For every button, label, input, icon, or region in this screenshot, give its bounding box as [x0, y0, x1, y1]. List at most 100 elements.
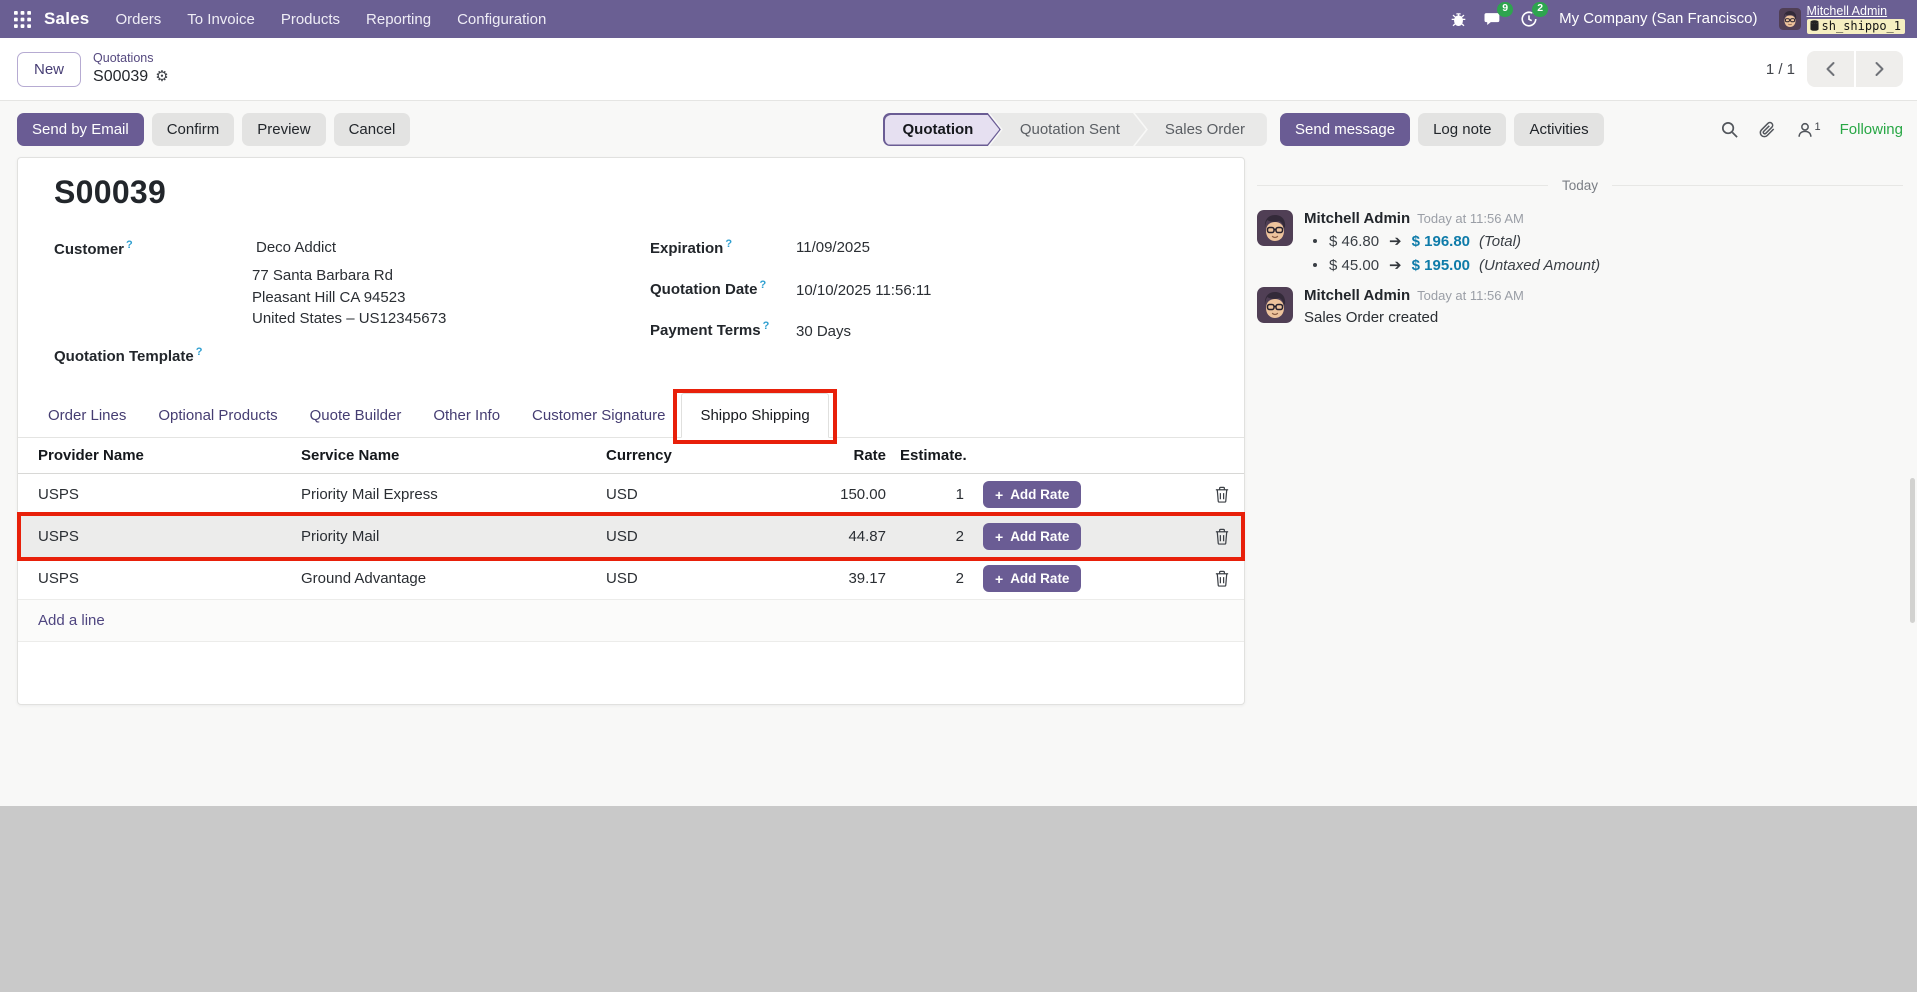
customer-address: 77 Santa Barbara Rd Pleasant Hill CA 945… — [252, 265, 446, 330]
tracked-change-total: $ 46.80 ➔ $ 196.80 (Total) — [1304, 232, 1600, 250]
breadcrumb-bar: New Quotations S00039 ⚙ 1 / 1 — [0, 38, 1917, 101]
cancel-button[interactable]: Cancel — [333, 113, 411, 146]
status-step-sales-order[interactable]: Sales Order — [1134, 113, 1267, 146]
cell-provider: USPS — [38, 570, 79, 587]
delete-row-button[interactable] — [1200, 486, 1244, 503]
cell-service: Priority Mail Express — [301, 486, 438, 503]
log-note-button[interactable]: Log note — [1418, 113, 1507, 146]
tab-customer-signature[interactable]: Customer Signature — [516, 394, 681, 437]
table-row[interactable]: USPS Priority Mail Express USD 150.00 1 … — [18, 474, 1244, 516]
add-a-line-link[interactable]: Add a line — [38, 612, 105, 629]
confirm-button[interactable]: Confirm — [151, 113, 235, 146]
expiration-help-marker: ? — [725, 238, 733, 250]
tab-other-info[interactable]: Other Info — [417, 394, 516, 437]
followers-control[interactable]: 1 — [1796, 121, 1821, 139]
activities-clock-icon[interactable]: 2 — [1520, 1, 1549, 28]
tab-shippo-shipping[interactable]: Shippo Shipping — [673, 389, 837, 444]
cell-service: Priority Mail — [301, 528, 380, 545]
cell-estimate: 2 — [955, 528, 964, 545]
chatter-panel: Today Mitchell Admin Today at 11:56 AM $… — [1257, 164, 1903, 339]
cell-rate: 44.87 — [848, 528, 886, 545]
record-actions-gear-icon[interactable]: ⚙ — [155, 67, 168, 87]
chatter-message: Mitchell Admin Today at 11:56 AM $ 46.80… — [1257, 210, 1903, 274]
nav-item-orders[interactable]: Orders — [115, 11, 161, 28]
send-message-button[interactable]: Send message — [1280, 113, 1411, 146]
breadcrumb-current: S00039 — [93, 67, 149, 85]
add-rate-button[interactable]: + Add Rate — [983, 481, 1082, 508]
cell-currency: USD — [606, 528, 638, 545]
add-rate-button[interactable]: + Add Rate — [983, 523, 1082, 550]
message-author[interactable]: Mitchell Admin — [1304, 210, 1410, 227]
database-name: sh_shippo_1 — [1821, 18, 1901, 33]
table-row[interactable]: USPS Ground Advantage USD 39.17 2 + Add R… — [18, 558, 1244, 600]
header-provider-name[interactable]: Provider Name — [18, 447, 301, 464]
header-rate[interactable]: Rate — [766, 447, 886, 464]
payment-terms-field[interactable]: 30 Days — [796, 323, 851, 340]
payment-terms-label: Payment Terms? — [650, 320, 770, 339]
pager-next-button[interactable] — [1856, 51, 1903, 87]
bullet-icon — [1313, 263, 1317, 267]
nav-item-to-invoice[interactable]: To Invoice — [187, 11, 255, 28]
tracked-change-untaxed: $ 45.00 ➔ $ 195.00 (Untaxed Amount) — [1304, 256, 1600, 274]
nav-right: 9 2 My Company (San Francisco) Mitchell … — [1450, 1, 1905, 35]
table-row-selected[interactable]: USPS Priority Mail USD 44.87 2 + Add Rate — [17, 512, 1245, 561]
company-switcher[interactable]: My Company (San Francisco) — [1559, 10, 1757, 27]
header-service-name[interactable]: Service Name — [301, 447, 606, 464]
bullet-icon — [1313, 239, 1317, 243]
pager-count: 1 / 1 — [1765, 60, 1795, 78]
app-window: Sales Orders To Invoice Products Reporti… — [0, 0, 1917, 992]
header-currency[interactable]: Currency — [606, 447, 766, 464]
cell-service: Ground Advantage — [301, 570, 427, 587]
new-button[interactable]: New — [17, 51, 82, 87]
message-timestamp: Today at 11:56 AM — [1417, 211, 1524, 226]
send-by-email-button[interactable]: Send by Email — [17, 113, 144, 146]
message-avatar[interactable] — [1257, 210, 1293, 246]
apps-grid-icon[interactable] — [14, 10, 31, 28]
status-step-quotation-sent[interactable]: Quotation Sent — [990, 113, 1146, 146]
expiration-field[interactable]: 11/09/2025 — [796, 239, 870, 256]
message-author[interactable]: Mitchell Admin — [1304, 287, 1410, 304]
quotation-form-sheet: S00039 Customer? Deco Addict 77 Santa Ba… — [17, 157, 1245, 705]
debug-bug-icon[interactable] — [1450, 10, 1467, 27]
quotation-date-field[interactable]: 10/10/2025 11:56:11 — [796, 282, 931, 299]
activities-badge: 2 — [1532, 1, 1549, 17]
cell-currency: USD — [606, 486, 638, 503]
delete-row-button[interactable] — [1200, 570, 1244, 587]
pager-previous-button[interactable] — [1807, 51, 1854, 87]
status-pipeline: Quotation Quotation Sent Sales Order — [883, 113, 1267, 146]
status-step-quotation[interactable]: Quotation — [883, 113, 1001, 146]
nav-left: Sales Orders To Invoice Products Reporti… — [14, 9, 546, 29]
arrow-right-icon: ➔ — [1389, 257, 1402, 274]
search-messages-icon[interactable] — [1720, 120, 1739, 139]
tab-order-lines[interactable]: Order Lines — [32, 394, 142, 437]
user-menu[interactable]: Mitchell Admin sh_shippo_1 — [1778, 4, 1905, 35]
scrollbar-thumb[interactable] — [1910, 478, 1915, 623]
delete-row-button[interactable] — [1200, 528, 1244, 545]
cell-estimate: 1 — [955, 486, 964, 503]
breadcrumb-parent-link[interactable]: Quotations — [93, 50, 169, 66]
header-estimate[interactable]: Estimate... — [886, 447, 966, 464]
arrow-right-icon: ➔ — [1389, 233, 1402, 250]
following-toggle[interactable]: Following — [1840, 121, 1903, 138]
chatter-actions: Send message Log note Activities — [1280, 113, 1604, 146]
quotation-date-label: Quotation Date? — [650, 279, 767, 298]
nav-item-reporting[interactable]: Reporting — [366, 11, 431, 28]
message-timestamp: Today at 11:56 AM — [1417, 288, 1524, 303]
add-rate-button[interactable]: + Add Rate — [983, 565, 1082, 592]
nav-item-products[interactable]: Products — [281, 11, 340, 28]
user-name[interactable]: Mitchell Admin — [1807, 4, 1888, 19]
tab-quote-builder[interactable]: Quote Builder — [294, 394, 418, 437]
attachments-paperclip-icon[interactable] — [1758, 120, 1777, 139]
app-name[interactable]: Sales — [44, 9, 89, 29]
breadcrumb: Quotations S00039 ⚙ — [93, 50, 169, 87]
tab-optional-products[interactable]: Optional Products — [142, 394, 293, 437]
preview-button[interactable]: Preview — [242, 113, 326, 146]
customer-field[interactable]: Deco Addict — [256, 239, 336, 256]
address-line-2: Pleasant Hill CA 94523 — [252, 288, 406, 306]
nav-item-configuration[interactable]: Configuration — [457, 11, 546, 28]
activities-button[interactable]: Activities — [1514, 113, 1604, 146]
message-avatar[interactable] — [1257, 287, 1293, 323]
message-body: Sales Order created — [1304, 309, 1439, 326]
user-meta: Mitchell Admin sh_shippo_1 — [1806, 4, 1905, 35]
messages-icon[interactable]: 9 — [1484, 1, 1514, 28]
